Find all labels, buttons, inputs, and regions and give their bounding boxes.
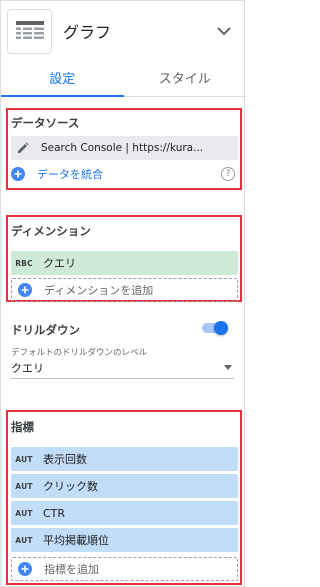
dimension-chip[interactable]: RBC クエリ (11, 251, 238, 275)
table-chart-icon (7, 8, 52, 54)
add-metric-button[interactable]: 指標を追加 (11, 557, 238, 581)
help-icon[interactable]: ? (221, 167, 235, 181)
blend-data-link[interactable]: データを統合 ? (11, 163, 239, 185)
add-dimension-label: ディメンションを追加 (44, 284, 154, 297)
metric-chip[interactable]: AUT 表示回数 (11, 447, 238, 471)
chart-type-title: グラフ (63, 23, 112, 42)
metrics-title: 指標 (11, 420, 34, 434)
add-dimension-button[interactable]: ディメンションを追加 (11, 278, 238, 302)
tab-setup[interactable]: 設定 (1, 59, 124, 97)
plus-circle-icon (18, 562, 32, 576)
pencil-icon[interactable] (11, 136, 35, 160)
data-source-chip[interactable]: Search Console | https://kura... (11, 136, 238, 160)
drilldown-title: ドリルダウン (11, 323, 80, 337)
metric-label: 表示回数 (43, 453, 87, 466)
metric-label: 平均掲載順位 (43, 534, 109, 547)
drilldown-level-value: クエリ (11, 361, 44, 375)
metric-chip[interactable]: AUT 平均掲載順位 (11, 528, 238, 552)
chevron-down-icon[interactable] (214, 21, 234, 41)
add-metric-label: 指標を追加 (44, 563, 99, 576)
tab-style[interactable]: スタイル (124, 59, 247, 96)
metric-chip[interactable]: AUT クリック数 (11, 474, 238, 498)
data-source-title: データソース (11, 116, 80, 130)
number-type-badge: AUT (15, 481, 33, 491)
metric-label: CTR (43, 506, 66, 520)
drilldown-toggle[interactable] (202, 321, 230, 335)
metric-label: クリック数 (43, 480, 98, 493)
number-type-badge: AUT (15, 454, 33, 464)
caret-down-icon (224, 365, 232, 370)
text-type-badge: RBC (15, 258, 33, 268)
properties-panel: グラフ 設定 スタイル データソース Search Console | http… (0, 0, 246, 587)
plus-circle-icon (18, 283, 32, 297)
data-source-name: Search Console | https://kura... (41, 142, 204, 154)
chart-type-selector[interactable]: グラフ (7, 7, 240, 55)
toggle-knob (214, 321, 228, 335)
panel-tabs: 設定 スタイル (1, 59, 246, 97)
dimension-label: クエリ (43, 257, 76, 270)
drilldown-level-select[interactable]: クエリ (11, 357, 234, 379)
dimension-title: ディメンション (11, 224, 91, 238)
number-type-badge: AUT (15, 508, 33, 518)
metric-chip[interactable]: AUT CTR (11, 501, 238, 525)
blend-data-label: データを統合 (37, 168, 103, 181)
number-type-badge: AUT (15, 535, 33, 545)
plus-circle-icon (11, 167, 25, 181)
